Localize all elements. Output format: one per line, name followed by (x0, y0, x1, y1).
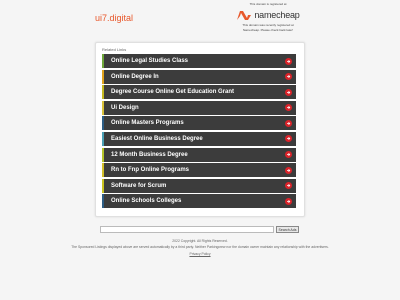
related-link-label: Online Schools Colleges (111, 198, 182, 205)
related-link-label: Ui Design (111, 104, 139, 111)
registrar-badge[interactable]: This domain is registered at namecheap T… (233, 2, 303, 32)
related-link-label: Software for Scrum (111, 182, 167, 189)
related-link-item[interactable]: Software for Scrum (102, 178, 296, 193)
search-ads-button[interactable]: Search Ads (276, 226, 299, 233)
privacy-policy-link[interactable]: Privacy Policy (189, 252, 210, 257)
related-link-item[interactable]: Easiest Online Business Degree (102, 131, 296, 146)
footer: 2022 Copyright. All Rights Reserved. The… (70, 239, 330, 257)
related-link-label: Online Masters Programs (111, 120, 184, 127)
related-links-list: Online Legal Studies Class Online Degree … (102, 54, 296, 210)
disclaimer-text: The Sponsored Listings displayed above a… (71, 244, 329, 249)
related-link-label: Online Legal Studies Class (111, 58, 189, 64)
domain-title: ui7.digital (95, 13, 134, 23)
arrow-right-icon (285, 135, 292, 143)
related-link-item[interactable]: Ui Design (102, 100, 296, 115)
related-link-label: 12 Month Business Degree (111, 151, 188, 158)
registrar-top-text: This domain is registered at (249, 2, 287, 6)
related-link-item[interactable]: Rn to Fnp Online Programs (102, 163, 296, 178)
related-link-item[interactable]: Degree Course Online Get Education Grant (102, 85, 296, 100)
arrow-right-icon (285, 166, 292, 174)
related-links-heading: Related Links (102, 47, 127, 52)
related-link-label: Rn to Fnp Online Programs (111, 167, 190, 174)
related-link-item[interactable]: Online Schools Colleges (102, 194, 296, 209)
registrar-sub-text-2: Namecheap. Please check back later! (242, 28, 294, 32)
related-links-panel: Related Links Online Legal Studies Class… (95, 42, 305, 217)
related-link-label: Degree Course Online Get Education Grant (111, 89, 235, 96)
namecheap-icon (237, 10, 252, 20)
copyright-text: 2022 Copyright. All Rights Reserved. (172, 239, 228, 243)
arrow-right-icon (285, 57, 292, 65)
arrow-right-icon (285, 104, 292, 112)
arrow-right-icon (285, 119, 292, 127)
registrar-sub-text-1: This domain was recently registered at (242, 23, 294, 27)
related-link-item[interactable]: Online Legal Studies Class (102, 54, 296, 68)
arrow-right-icon (285, 151, 292, 159)
related-link-item[interactable]: Online Degree In (102, 69, 296, 84)
arrow-right-icon (285, 182, 292, 190)
related-link-label: Easiest Online Business Degree (111, 135, 203, 142)
search-input[interactable] (100, 226, 274, 233)
arrow-right-icon (285, 73, 292, 81)
related-link-label: Online Degree In (111, 73, 159, 80)
related-link-item[interactable]: Online Masters Programs (102, 116, 296, 131)
arrow-right-icon (285, 88, 292, 96)
related-link-item[interactable]: 12 Month Business Degree (102, 147, 296, 162)
namecheap-logo: namecheap (233, 8, 303, 22)
namecheap-wordmark: namecheap (254, 10, 300, 20)
arrow-right-icon (285, 197, 292, 205)
search-bar: Search Ads (100, 226, 300, 233)
